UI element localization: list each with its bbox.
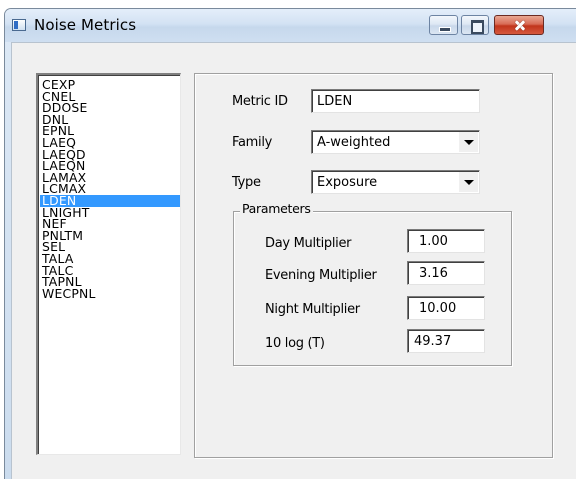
ten-log-t-input[interactable]: 49.37: [407, 329, 485, 353]
night-multiplier-input[interactable]: 10.00: [407, 296, 485, 320]
minimize-button[interactable]: [429, 15, 458, 35]
day-multiplier-label: Day Multiplier: [265, 236, 352, 251]
list-item[interactable]: WECPNL: [40, 287, 180, 300]
day-multiplier-input[interactable]: 1.00: [407, 229, 485, 253]
family-label: Family: [232, 135, 273, 150]
ten-log-t-label: 10 log (T): [265, 336, 325, 351]
type-select-value: Exposure: [317, 175, 378, 190]
type-select[interactable]: Exposure: [311, 170, 480, 194]
chevron-down-icon[interactable]: [459, 172, 478, 192]
evening-multiplier-label: Evening Multiplier: [265, 268, 377, 283]
window-title: Noise Metrics: [34, 16, 137, 34]
metric-id-input[interactable]: LDEN: [311, 89, 480, 113]
chevron-down-icon[interactable]: [459, 132, 478, 152]
app-window-icon[interactable]: [12, 19, 26, 31]
metrics-listbox[interactable]: CEXP CNEL DDOSE DNL EPNL LAEQ LAEQD LAEQN LAMAX L…: [36, 73, 181, 455]
metric-id-label: Metric ID: [232, 94, 288, 109]
close-button[interactable]: [494, 15, 544, 35]
title-bar[interactable]: Noise Metrics: [5, 9, 576, 42]
type-label: Type: [232, 175, 261, 190]
night-multiplier-label: Night Multiplier: [265, 302, 360, 317]
parameters-group-label: Parameters: [240, 201, 313, 216]
family-select[interactable]: A-weighted: [311, 130, 480, 154]
maximize-button[interactable]: [461, 15, 489, 35]
evening-multiplier-input[interactable]: 3.16: [407, 261, 485, 285]
family-select-value: A-weighted: [317, 135, 391, 150]
